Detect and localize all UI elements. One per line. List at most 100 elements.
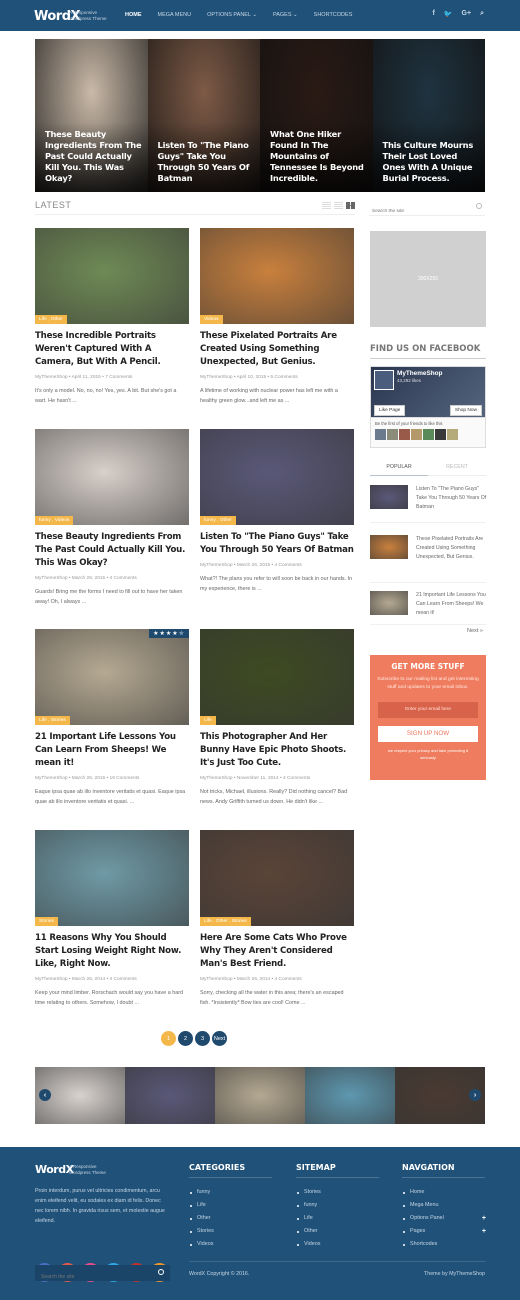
post-title[interactable]: 21 Important Life Lessons You Can Learn … [35, 731, 189, 770]
popular-next-link[interactable]: Next » [467, 628, 483, 634]
footer-search-input[interactable] [35, 1269, 145, 1285]
footer-nav-link[interactable]: Options Panel + [402, 1212, 486, 1225]
search-icon[interactable] [476, 203, 482, 209]
search-icon[interactable] [158, 1269, 164, 1275]
friend-avatar[interactable] [375, 429, 386, 440]
post-categories[interactable]: Life , Other [35, 315, 67, 324]
popular-item[interactable]: 21 Important Life Lessons You Can Learn … [370, 591, 486, 625]
post-categories[interactable]: Life [200, 716, 216, 725]
shop-now-button[interactable]: Shop Now [449, 405, 482, 416]
page-3-button[interactable]: 3 [195, 1031, 210, 1046]
friend-avatar[interactable] [435, 429, 446, 440]
hero-slide[interactable]: These Beauty Ingredients From The Past C… [35, 39, 148, 192]
post-categories[interactable]: Life , Other , Stories [200, 917, 251, 926]
popular-thumbnail[interactable] [370, 591, 408, 615]
footer-nav-label[interactable]: Home [410, 1189, 424, 1195]
twitter-icon[interactable]: 🐦 [444, 10, 453, 18]
theme-credit[interactable]: Theme by MyThemeShop [424, 1271, 485, 1277]
footer-link[interactable]: Life [296, 1212, 379, 1225]
post-categories[interactable]: Stories [35, 917, 58, 926]
popular-title[interactable]: These Pixelated Portraits Are Created Us… [416, 535, 488, 562]
page-avatar[interactable] [374, 370, 394, 390]
post-thumbnail[interactable]: funny , Other [200, 429, 354, 525]
footer-link[interactable]: Other [189, 1212, 272, 1225]
post-title[interactable]: Listen To "The Piano Guys" Take You Thro… [200, 531, 354, 557]
hero-slide[interactable]: What One Hiker Found In The Mountains of… [260, 39, 373, 192]
popular-thumbnail[interactable] [370, 485, 408, 509]
friend-avatar[interactable] [411, 429, 422, 440]
post-title[interactable]: Here Are Some Cats Who Prove Why They Ar… [200, 932, 354, 971]
post-categories[interactable]: Life , Stories [35, 716, 70, 725]
footer-nav-label[interactable]: Shortcodes [410, 1241, 437, 1247]
facebook-page-box[interactable]: MyThemeShop 43,292 likes Like Page Shop … [370, 366, 486, 418]
list-view-icon[interactable] [322, 202, 331, 209]
footer-nav-label[interactable]: Mega Menu [410, 1202, 438, 1208]
nav-item-mega-menu[interactable]: MEGA MENU [158, 12, 192, 18]
hero-slide-title[interactable]: This Culture Mourns Their Lost Loved One… [383, 140, 481, 184]
post-thumbnail[interactable]: funny , Videos [35, 429, 189, 525]
ad-placeholder[interactable]: 300X250 [370, 231, 486, 327]
popular-item[interactable]: Listen To "The Piano Guys" Take You Thro… [370, 485, 486, 523]
footer-link[interactable]: Other [296, 1225, 379, 1238]
footer-link[interactable]: funny [296, 1199, 379, 1212]
page-1-button[interactable]: 1 [161, 1031, 176, 1046]
popular-title[interactable]: Listen To "The Piano Guys" Take You Thro… [416, 485, 488, 512]
popular-thumbnail[interactable] [370, 535, 408, 559]
footer-logo[interactable]: WordX [35, 1163, 74, 1176]
grid-view-icon[interactable] [346, 202, 355, 209]
compact-view-icon[interactable] [334, 202, 343, 209]
hero-slide[interactable]: Listen To "The Piano Guys" Take You Thro… [147, 39, 260, 192]
post-title[interactable]: These Pixelated Portraits Are Created Us… [200, 330, 354, 369]
friend-avatar[interactable] [387, 429, 398, 440]
post-title[interactable]: This Photographer And Her Bunny Have Epi… [200, 731, 354, 770]
footer-nav-link[interactable]: Home [402, 1186, 485, 1199]
expand-icon[interactable]: + [482, 1225, 486, 1238]
page-2-button[interactable]: 2 [178, 1031, 193, 1046]
page-name[interactable]: MyThemeShop [397, 370, 442, 377]
popular-title[interactable]: 21 Important Life Lessons You Can Learn … [416, 591, 488, 618]
post-thumbnail[interactable]: Stories [35, 830, 189, 926]
post-thumbnail[interactable]: Videos [200, 228, 354, 324]
post-thumbnail[interactable]: Life , Other [35, 228, 189, 324]
hero-slide-title[interactable]: Listen To "The Piano Guys" Take You Thro… [158, 140, 256, 184]
footer-link[interactable]: Life [189, 1199, 272, 1212]
post-title[interactable]: These Incredible Portraits Weren't Captu… [35, 330, 189, 369]
newsletter-email-input[interactable]: Enter your email here [378, 702, 478, 718]
footer-link[interactable]: Stories [189, 1225, 272, 1238]
friend-avatar[interactable] [399, 429, 410, 440]
nav-item-home[interactable]: HOME [125, 12, 142, 18]
next-page-button[interactable]: Next [212, 1031, 227, 1046]
post-title[interactable]: 11 Reasons Why You Should Start Losing W… [35, 932, 189, 971]
footer-link[interactable]: funny [189, 1186, 272, 1199]
footer-nav-label[interactable]: Options Panel [410, 1215, 444, 1221]
post-categories[interactable]: Videos [200, 315, 223, 324]
post-thumbnail[interactable]: Life , Other , Stories [200, 830, 354, 926]
post-categories[interactable]: funny , Other [200, 516, 236, 525]
carousel-prev-button[interactable]: ‹ [39, 1089, 51, 1101]
tab-recent[interactable]: RECENT [428, 462, 486, 475]
search-icon[interactable]: ⌕ [480, 10, 484, 18]
post-thumbnail[interactable]: Life , Stories ★★★★★ [35, 629, 189, 725]
carousel-slide[interactable] [215, 1067, 305, 1124]
footer-nav-link[interactable]: Mega Menu [402, 1199, 485, 1212]
footer-link[interactable]: Videos [296, 1238, 379, 1251]
nav-item-shortcodes[interactable]: SHORTCODES [314, 12, 353, 18]
hero-slide-title[interactable]: These Beauty Ingredients From The Past C… [45, 129, 143, 184]
friend-avatar[interactable] [447, 429, 458, 440]
sign-up-button[interactable]: SIGN UP NOW [378, 726, 478, 742]
nav-item-pages[interactable]: PAGES ⌄ [273, 12, 298, 18]
carousel-next-button[interactable]: › [469, 1089, 481, 1101]
like-page-button[interactable]: Like Page [374, 405, 406, 416]
footer-nav-label[interactable]: Pages [410, 1228, 425, 1234]
sidebar-search-input[interactable] [369, 203, 469, 220]
nav-item-options-panel[interactable]: OPTIONS PANEL ⌄ [207, 12, 257, 18]
tab-popular[interactable]: POPULAR [370, 462, 428, 475]
hero-slide-title[interactable]: What One Hiker Found In The Mountains of… [270, 129, 368, 184]
post-categories[interactable]: funny , Videos [35, 516, 74, 525]
post-title[interactable]: These Beauty Ingredients From The Past C… [35, 531, 189, 570]
footer-link[interactable]: Videos [189, 1238, 272, 1251]
friend-avatar[interactable] [423, 429, 434, 440]
footer-nav-link[interactable]: Pages + [402, 1225, 486, 1238]
post-thumbnail[interactable]: Life [200, 629, 354, 725]
hero-slide[interactable]: This Culture Mourns Their Lost Loved One… [372, 39, 485, 192]
